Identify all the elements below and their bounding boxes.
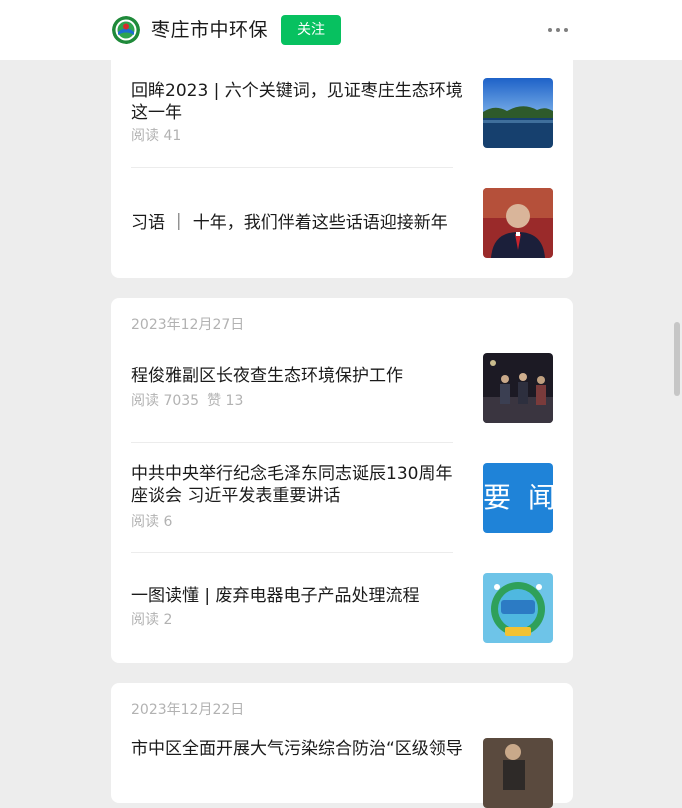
article-stats: 阅读 6 xyxy=(131,512,172,532)
article-item[interactable]: 程俊雅副区长夜查生态环境保护工作 阅读 7035 赞 13 xyxy=(131,353,553,423)
publish-date: 2023年12月22日 xyxy=(131,702,245,718)
article-title: 中共中央举行纪念毛泽东同志诞辰130周年座谈会 习近平发表重要讲话 xyxy=(131,464,453,506)
read-count: 阅读 41 xyxy=(131,128,182,144)
article-thumbnail xyxy=(483,738,553,808)
article-item[interactable]: 中共中央举行纪念毛泽东同志诞辰130周年座谈会 习近平发表重要讲话 阅读 6 要… xyxy=(131,463,553,533)
article-card: 2023年12月27日 程俊雅副区长夜查生态环境保护工作 阅读 7035 赞 13… xyxy=(111,298,573,663)
article-thumbnail: 要 闻 xyxy=(483,463,553,533)
read-count: 阅读 6 xyxy=(131,514,173,530)
article-stats: 阅读 41 xyxy=(131,126,181,146)
article-title: 程俊雅副区长夜查生态环境保护工作 xyxy=(131,366,403,386)
article-title: 习语 ｜ 十年，我们伴着这些话语迎接新年 xyxy=(131,213,448,233)
article-title: 市中区全面开展大气污染综合防治“区级领导 xyxy=(131,739,463,759)
read-count: 阅读 7035 xyxy=(131,393,200,409)
article-card: 回眸2023 | 六个关键词，见证枣庄生态环境这一年 阅读 41 习语 ｜ 十年… xyxy=(111,40,573,278)
publish-date: 2023年12月27日 xyxy=(131,317,245,333)
like-count: 赞 13 xyxy=(207,393,244,409)
article-item[interactable]: 习语 ｜ 十年，我们伴着这些话语迎接新年 xyxy=(131,188,553,258)
item-divider xyxy=(131,442,453,443)
article-thumbnail xyxy=(483,78,553,148)
article-item[interactable]: 回眸2023 | 六个关键词，见证枣庄生态环境这一年 阅读 41 xyxy=(131,78,553,148)
read-count: 阅读 2 xyxy=(131,612,173,628)
account-header: 枣庄市中环保 关注 xyxy=(0,0,682,60)
article-stats: 阅读 7035 赞 13 xyxy=(131,391,243,411)
item-divider xyxy=(131,552,453,553)
article-thumbnail xyxy=(483,573,553,643)
article-item[interactable]: 一图读懂 | 废弃电器电子产品处理流程 阅读 2 xyxy=(131,573,553,643)
article-title: 一图读懂 | 废弃电器电子产品处理流程 xyxy=(131,586,420,606)
follow-button[interactable]: 关注 xyxy=(281,15,341,45)
thumbnail-caption: 要 闻 xyxy=(483,481,553,514)
article-item[interactable]: 市中区全面开展大气污染综合防治“区级领导 xyxy=(131,738,553,808)
more-dots-icon[interactable] xyxy=(546,24,570,36)
article-thumbnail xyxy=(483,188,553,258)
article-card: 2023年12月22日 市中区全面开展大气污染综合防治“区级领导 xyxy=(111,683,573,808)
logo-icon xyxy=(112,16,140,44)
article-thumbnail xyxy=(483,353,553,423)
account-name[interactable]: 枣庄市中环保 xyxy=(151,17,268,43)
account-logo[interactable] xyxy=(112,16,140,44)
article-title: 回眸2023 | 六个关键词，见证枣庄生态环境这一年 xyxy=(131,81,463,123)
item-divider xyxy=(131,167,453,168)
article-stats: 阅读 2 xyxy=(131,610,172,630)
scrollbar-thumb[interactable] xyxy=(674,322,680,396)
